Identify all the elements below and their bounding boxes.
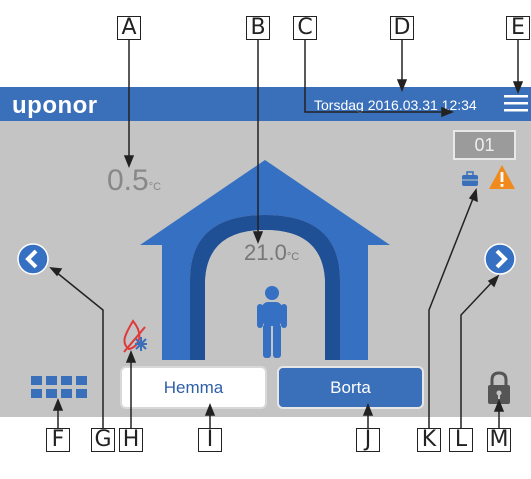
- callout-label-m: M: [487, 428, 511, 452]
- callout-label-g: G: [91, 428, 115, 452]
- callout-leader-lines: [49, 40, 524, 428]
- callout-label-h: H: [119, 428, 143, 452]
- callout-label-i: I: [198, 428, 222, 452]
- callout-label-k: K: [417, 428, 441, 452]
- callout-label-f: F: [46, 428, 70, 452]
- callout-label-l: L: [449, 428, 473, 452]
- callout-label-b: B: [246, 16, 270, 40]
- callout-label-a: A: [117, 16, 141, 40]
- callout-label-d: D: [390, 16, 414, 40]
- callout-label-c: C: [293, 16, 317, 40]
- callout-label-j: J: [356, 428, 380, 452]
- callout-label-e: E: [506, 16, 530, 40]
